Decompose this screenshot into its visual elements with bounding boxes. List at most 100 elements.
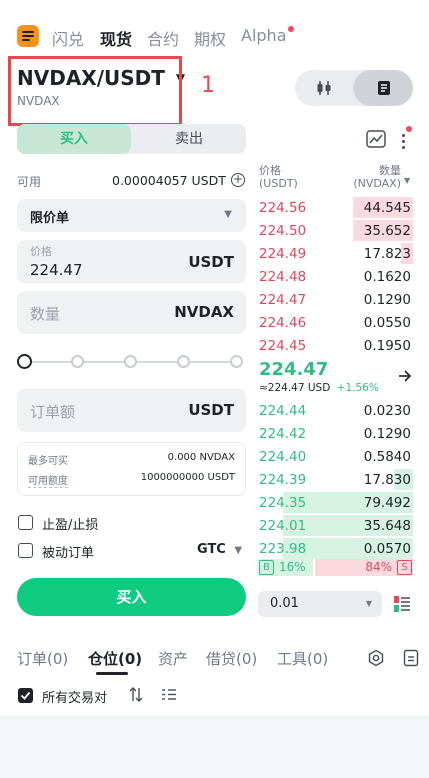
- orderbook-view-icon[interactable]: [375, 79, 393, 97]
- caret-down-icon: ▼: [224, 209, 232, 220]
- slider-mark-25[interactable]: [71, 355, 84, 368]
- slider-mark-100[interactable]: [230, 355, 243, 368]
- precision-value: 0.01: [270, 596, 299, 611]
- bid-row[interactable]: 224.44 0.0230: [258, 399, 413, 422]
- caret-down-icon: ▼: [365, 599, 372, 608]
- buy-sell-ratio: B 16% 84% S: [258, 559, 413, 576]
- total-unit: USDT: [188, 401, 234, 419]
- buy-limits-box: 最多可买 0.000 NVDAX 可用额度 1000000000 USDT: [17, 442, 246, 496]
- bid-row[interactable]: 224.40 0.5840: [258, 445, 413, 468]
- slider-mark-75[interactable]: [177, 355, 190, 368]
- sell-tab[interactable]: 卖出: [132, 124, 246, 154]
- ask-row[interactable]: 224.47 0.1290: [258, 288, 413, 311]
- more-icon[interactable]: [401, 131, 405, 149]
- amount-input[interactable]: 数量 NVDAX: [17, 291, 246, 334]
- tab-options[interactable]: 期权: [194, 26, 226, 50]
- ask-row[interactable]: 224.45 0.1950: [258, 334, 413, 357]
- tab-assets[interactable]: 资产: [158, 648, 188, 669]
- filter-list-icon[interactable]: [161, 687, 177, 702]
- ask-qty: 17.823: [363, 246, 411, 262]
- price-column-header: 价格 (USDT): [259, 164, 298, 190]
- price-input[interactable]: 价格 224.47 USDT: [17, 240, 246, 283]
- ask-row[interactable]: 224.56 44.545: [258, 196, 413, 219]
- ask-row[interactable]: 224.50 35.652: [258, 219, 413, 242]
- book-layout-icon[interactable]: [393, 595, 411, 613]
- tab-loans[interactable]: 借贷(0): [206, 648, 257, 669]
- price-label: 价格: [30, 245, 52, 258]
- amount-placeholder: 数量: [30, 305, 61, 323]
- bid-price: 224.40: [259, 449, 307, 465]
- active-tab-indicator: [96, 672, 128, 675]
- annotation-box: [8, 56, 182, 126]
- bid-price: 224.39: [259, 472, 307, 488]
- ask-row[interactable]: 224.48 0.1620: [258, 265, 413, 288]
- ratio-sell-tag: S: [397, 560, 412, 575]
- bid-price: 224.01: [259, 518, 307, 534]
- ask-price: 224.56: [259, 200, 307, 216]
- post-only-label: 被动订单: [42, 546, 95, 561]
- all-pairs-label: 所有交易对: [42, 691, 108, 706]
- settings-icon[interactable]: [367, 649, 385, 667]
- last-price: 224.47: [259, 359, 329, 380]
- submit-buy-button[interactable]: 买入: [17, 578, 246, 616]
- max-buy-value: 0.000 NVDAX: [167, 452, 235, 463]
- tab-tools[interactable]: 工具(0): [277, 648, 328, 669]
- view-toggle[interactable]: [295, 70, 413, 106]
- tab-alpha[interactable]: Alpha: [241, 26, 287, 45]
- credit-value: 1000000000 USDT: [140, 472, 235, 483]
- tab-futures[interactable]: 合约: [147, 26, 179, 50]
- sort-icon[interactable]: [128, 686, 144, 703]
- qty-column-header[interactable]: 数量 (NVDAX): [353, 164, 401, 190]
- tab-positions[interactable]: 仓位(0): [88, 648, 142, 669]
- post-only-checkbox[interactable]: [18, 543, 33, 558]
- price-change: +1.56%: [336, 382, 379, 394]
- chart-icon[interactable]: [366, 130, 386, 148]
- slider-handle[interactable]: [17, 354, 32, 369]
- add-funds-icon[interactable]: +: [231, 173, 245, 187]
- max-buy-row: 最多可买 0.000 NVDAX: [28, 452, 235, 467]
- ask-qty: 0.1950: [363, 338, 411, 354]
- ask-row[interactable]: 224.46 0.0550: [258, 311, 413, 334]
- slider-mark-50[interactable]: [124, 355, 137, 368]
- bid-row[interactable]: 224.01 35.648: [258, 514, 413, 537]
- order-type-select[interactable]: 限价单 ▼: [17, 199, 246, 232]
- credit-row: 可用额度 1000000000 USDT: [28, 472, 235, 488]
- ask-qty: 35.652: [363, 223, 411, 239]
- ask-qty: 0.1290: [363, 292, 411, 308]
- precision-select[interactable]: 0.01 ▼: [258, 591, 382, 617]
- price-value: 224.47: [30, 261, 83, 279]
- tab-convert[interactable]: 闪兑: [52, 26, 84, 50]
- bid-row[interactable]: 224.42 0.1290: [258, 422, 413, 445]
- notification-dot: [288, 26, 294, 32]
- available-value: 0.00004057 USDT: [112, 173, 226, 188]
- ratio-buy-percent: 16%: [279, 560, 306, 574]
- ratio-buy-tag: B: [259, 560, 274, 575]
- tab-spot[interactable]: 现货: [100, 26, 132, 50]
- bid-qty: 79.492: [363, 495, 411, 511]
- ask-qty: 0.0550: [363, 315, 411, 331]
- bid-price: 224.44: [259, 403, 307, 419]
- tif-select[interactable]: GTC ▼: [197, 542, 242, 557]
- ask-price: 224.49: [259, 246, 307, 262]
- candlestick-icon[interactable]: [315, 79, 333, 97]
- ask-row[interactable]: 224.49 17.823: [258, 242, 413, 265]
- document-icon[interactable]: [403, 649, 419, 667]
- total-input[interactable]: 订单额 USDT: [17, 389, 246, 432]
- tab-orders[interactable]: 订单(0): [17, 648, 68, 669]
- order-type-value: 限价单: [30, 211, 70, 226]
- ask-price: 224.45: [259, 338, 307, 354]
- app-menu-icon[interactable]: [17, 25, 39, 47]
- price-unit: USDT: [188, 253, 234, 271]
- arrow-right-icon[interactable]: [398, 369, 412, 383]
- bid-row[interactable]: 223.98 0.0570: [258, 537, 413, 560]
- buy-tab[interactable]: 买入: [17, 124, 131, 154]
- all-pairs-checkbox[interactable]: [18, 688, 33, 703]
- tpsl-label: 止盈/止损: [42, 518, 99, 533]
- tpsl-checkbox[interactable]: [18, 515, 33, 530]
- bid-qty: 35.648: [363, 518, 411, 534]
- ratio-sell-percent: 84%: [365, 560, 392, 574]
- bid-row[interactable]: 224.35 79.492: [258, 491, 413, 514]
- bid-row[interactable]: 224.39 17.830: [258, 468, 413, 491]
- ask-price: 224.46: [259, 315, 307, 331]
- annotation-number: 1: [201, 73, 215, 98]
